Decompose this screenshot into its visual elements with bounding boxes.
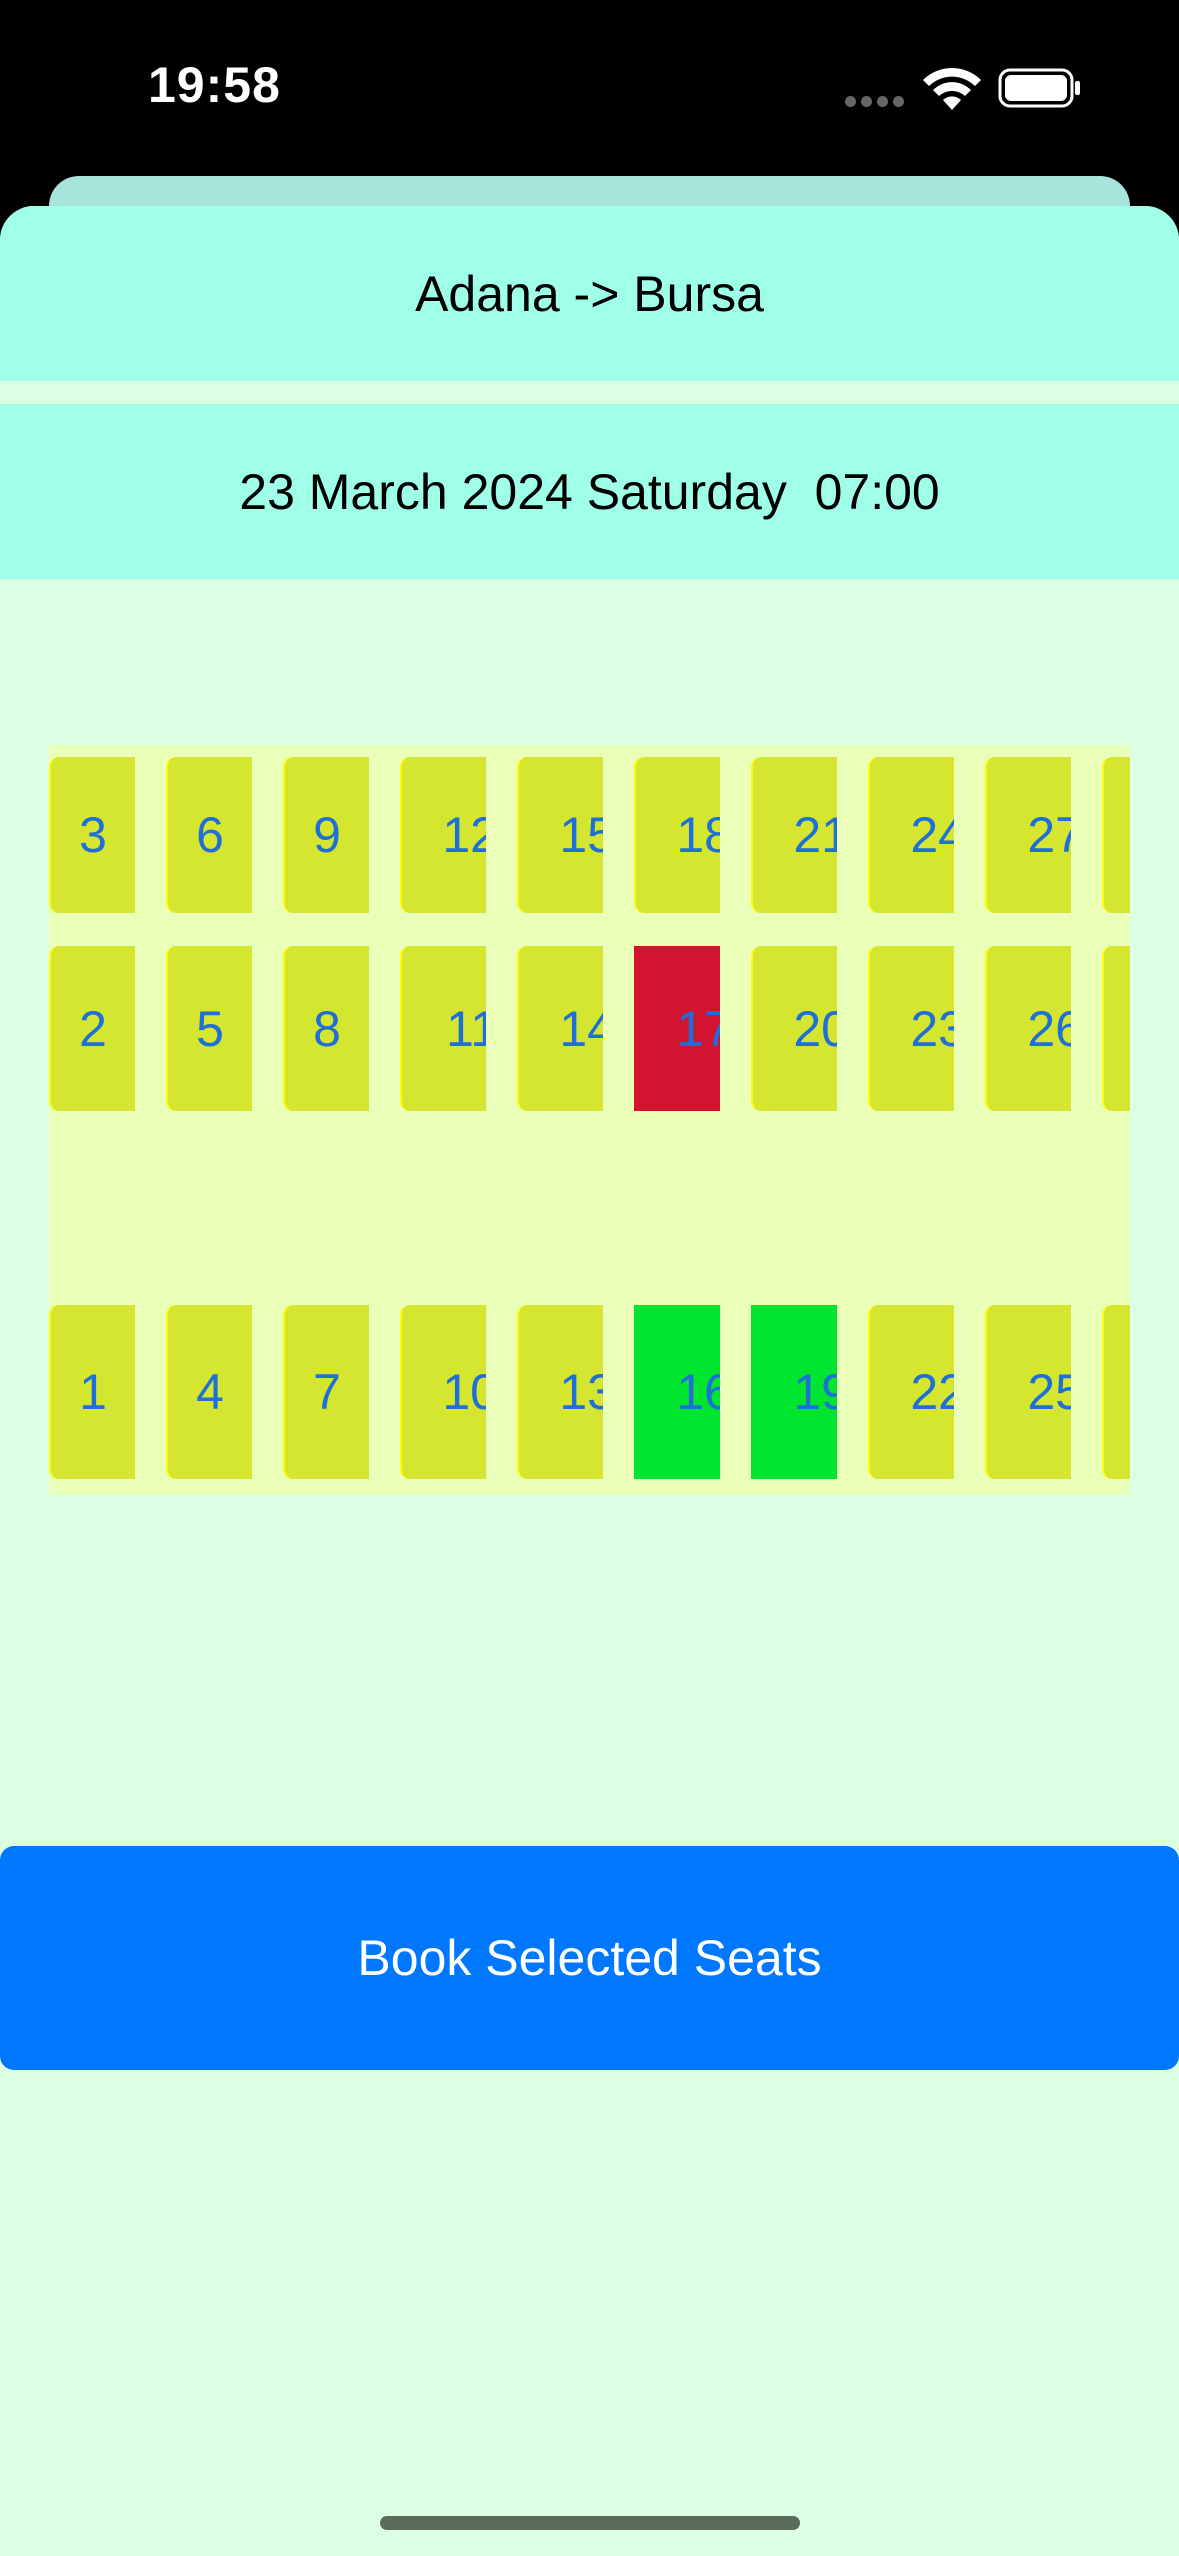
seat-number: 9 xyxy=(313,807,341,863)
seat-2[interactable]: 2 xyxy=(49,946,135,1111)
status-bar: 19:58 xyxy=(0,0,1179,175)
seat-selection-sheet: Adana -> Bursa 23 March 2024 Saturday 07… xyxy=(0,206,1179,2556)
seat-number: 27 xyxy=(1027,807,1071,863)
seat-5[interactable]: 5 xyxy=(166,946,252,1111)
seat-26[interactable]: 26 xyxy=(985,946,1071,1111)
seat-map: 3691215182124272581114172023261471013161… xyxy=(49,745,1130,1495)
seat-13[interactable]: 13 xyxy=(517,1305,603,1479)
seat-15[interactable]: 15 xyxy=(517,757,603,913)
seat-8[interactable]: 8 xyxy=(283,946,369,1111)
seat-number: 23 xyxy=(910,1000,954,1057)
seat-number: 1 xyxy=(79,1364,107,1420)
seat-16[interactable]: 16 xyxy=(634,1305,720,1479)
seat-number: 11 xyxy=(446,1000,486,1057)
seat-partial[interactable] xyxy=(1102,946,1130,1111)
seat-number: 12 xyxy=(442,807,486,863)
seat-10[interactable]: 10 xyxy=(400,1305,486,1479)
seat-partial[interactable] xyxy=(1102,1305,1130,1479)
battery-icon xyxy=(998,68,1080,108)
seat-number: 26 xyxy=(1027,1000,1071,1057)
seat-number: 15 xyxy=(559,807,603,863)
seat-24[interactable]: 24 xyxy=(868,757,954,913)
seat-11[interactable]: 11 xyxy=(400,946,486,1111)
seat-partial[interactable] xyxy=(1102,757,1130,913)
seat-number: 16 xyxy=(676,1364,720,1420)
seat-number: 6 xyxy=(196,807,224,863)
seat-number: 10 xyxy=(442,1364,486,1420)
book-selected-seats-button[interactable]: Book Selected Seats xyxy=(0,1846,1179,2070)
seat-number: 24 xyxy=(910,807,954,863)
seat-27[interactable]: 27 xyxy=(985,757,1071,913)
status-time: 19:58 xyxy=(148,57,281,113)
seat-6[interactable]: 6 xyxy=(166,757,252,913)
seat-9[interactable]: 9 xyxy=(283,757,369,913)
seat-17[interactable]: 17 xyxy=(634,946,720,1111)
seat-number: 25 xyxy=(1027,1364,1071,1420)
seat-number: 7 xyxy=(313,1364,341,1420)
seat-number: 5 xyxy=(196,1000,224,1057)
seat-20[interactable]: 20 xyxy=(751,946,837,1111)
seat-number: 19 xyxy=(793,1364,837,1420)
seat-3[interactable]: 3 xyxy=(49,757,135,913)
wifi-icon xyxy=(923,67,981,110)
seat-7[interactable]: 7 xyxy=(283,1305,369,1479)
seat-18[interactable]: 18 xyxy=(634,757,720,913)
seat-number: 2 xyxy=(79,1000,107,1057)
seat-14[interactable]: 14 xyxy=(517,946,603,1111)
cellular-signal-icon xyxy=(845,96,905,108)
seat-number: 14 xyxy=(559,1000,603,1057)
seat-number: 3 xyxy=(79,807,107,863)
seat-number: 22 xyxy=(910,1364,954,1420)
seat-25[interactable]: 25 xyxy=(985,1305,1071,1479)
seat-4[interactable]: 4 xyxy=(166,1305,252,1479)
seat-21[interactable]: 21 xyxy=(751,757,837,913)
seat-12[interactable]: 12 xyxy=(400,757,486,913)
seat-22[interactable]: 22 xyxy=(868,1305,954,1479)
seat-number: 21 xyxy=(793,807,837,863)
seat-number: 4 xyxy=(196,1364,224,1420)
home-indicator xyxy=(380,2516,800,2530)
seat-number: 20 xyxy=(793,1000,837,1057)
trip-date-time: 23 March 2024 Saturday 07:00 xyxy=(0,404,1179,579)
seat-23[interactable]: 23 xyxy=(868,946,954,1111)
seat-number: 18 xyxy=(676,807,720,863)
seat-19[interactable]: 19 xyxy=(751,1305,837,1479)
route-title: Adana -> Bursa xyxy=(0,206,1179,381)
seat-1[interactable]: 1 xyxy=(49,1305,135,1479)
seat-number: 8 xyxy=(313,1000,341,1057)
seat-number: 13 xyxy=(559,1364,603,1420)
seat-number: 17 xyxy=(676,1000,720,1057)
